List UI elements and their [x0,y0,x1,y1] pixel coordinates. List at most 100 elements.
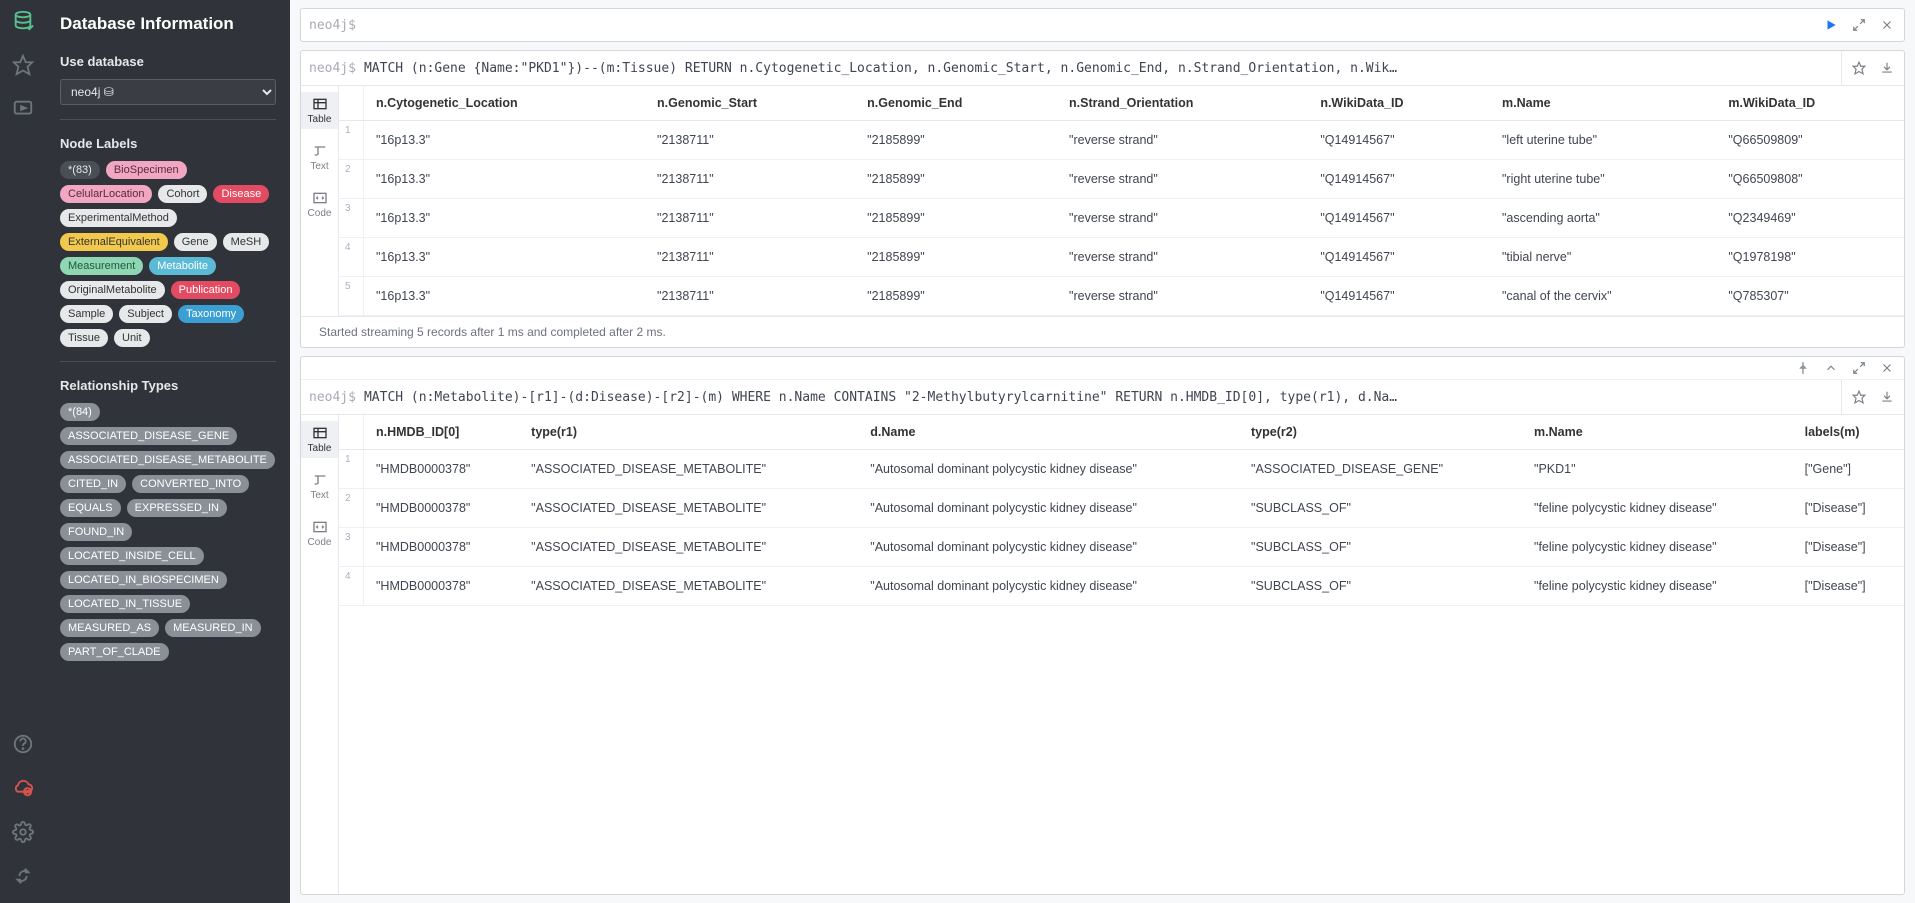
expand-icon[interactable] [1852,18,1866,32]
node-label-chip[interactable]: Unit [114,329,150,347]
sidebar-title: Database Information [60,14,276,34]
table-row[interactable]: 5"16p13.3""2138711""2185899""reverse str… [339,277,1904,316]
result-table-2: n.HMDB_ID[0]type(r1)d.Nametype(r2)m.Name… [339,415,1904,606]
close-icon[interactable] [1880,18,1894,32]
column-header: n.HMDB_ID[0] [364,415,520,450]
pin-icon[interactable] [1796,361,1810,375]
rel-type-chip[interactable]: ASSOCIATED_DISEASE_METABOLITE [60,451,275,469]
column-header: type(r1) [519,415,858,450]
cloud-offline-icon[interactable] [12,777,34,799]
collapse-up-icon[interactable] [1824,361,1838,375]
table-row[interactable]: 1"HMDB0000378""ASSOCIATED_DISEASE_METABO… [339,450,1904,489]
rel-type-chip[interactable]: PART_OF_CLADE [60,643,169,661]
database-icon[interactable] [12,10,34,32]
monitor-play-icon[interactable] [12,98,34,120]
column-header: n.Cytogenetic_Location [364,86,646,121]
left-rail [0,0,46,903]
play-icon[interactable] [1824,18,1838,32]
rel-type-chip[interactable]: ASSOCIATED_DISEASE_GENE [60,427,237,445]
expand-icon[interactable] [1852,361,1866,375]
download-icon[interactable] [1880,390,1894,404]
gear-icon[interactable] [12,821,34,843]
rerun-icon[interactable] [1821,390,1841,404]
rel-type-chip[interactable]: LOCATED_IN_TISSUE [60,595,190,613]
node-label-chip[interactable]: Taxonomy [178,305,244,323]
node-label-chip[interactable]: Metabolite [149,257,216,275]
star-icon[interactable] [12,54,34,76]
star-outline-icon[interactable] [1852,61,1866,75]
table-row[interactable]: 3"16p13.3""2138711""2185899""reverse str… [339,199,1904,238]
use-db-heading: Use database [60,54,276,69]
view-text-button[interactable]: Text [301,139,338,176]
node-label-chip[interactable]: Gene [174,233,217,251]
view-table-button[interactable]: Table [301,421,338,458]
node-label-chip[interactable]: MeSH [223,233,270,251]
sidebar: Database Information Use database neo4j … [46,0,290,903]
node-label-chip[interactable]: OriginalMetabolite [60,281,165,299]
rel-type-chip[interactable]: EQUALS [60,499,121,517]
download-icon[interactable] [1880,61,1894,75]
column-header: m.Name [1490,86,1716,121]
rel-type-chip[interactable]: EXPRESSED_IN [127,499,227,517]
rel-type-chip[interactable]: CONVERTED_INTO [132,475,249,493]
view-rail: Table Text Code [301,86,339,316]
table-row[interactable]: 1"16p13.3""2138711""2185899""reverse str… [339,121,1904,160]
rel-type-chip[interactable]: CITED_IN [60,475,126,493]
table-row[interactable]: 4"16p13.3""2138711""2185899""reverse str… [339,238,1904,277]
column-header: m.WikiData_ID [1716,86,1904,121]
node-label-chip[interactable]: Measurement [60,257,143,275]
view-code-button[interactable]: Code [301,515,338,552]
view-text-button[interactable]: Text [301,468,338,505]
node-label-chip[interactable]: Tissue [60,329,108,347]
node-label-chip[interactable]: ExternalEquivalent [60,233,168,251]
column-header: n.Genomic_Start [645,86,855,121]
node-label-chip[interactable]: *(83) [60,161,100,179]
frame-query: MATCH (n:Gene {Name:"PKD1"})--(m:Tissue)… [364,53,1821,84]
column-header: labels(m) [1793,415,1904,450]
column-header: d.Name [858,415,1239,450]
column-header: type(r2) [1239,415,1522,450]
star-outline-icon[interactable] [1852,390,1866,404]
frame-footer: Started streaming 5 records after 1 ms a… [301,316,1904,347]
rerun-icon[interactable] [1821,61,1841,75]
node-label-chip[interactable]: BioSpecimen [106,161,187,179]
node-label-chip[interactable]: Sample [60,305,113,323]
db-select[interactable]: neo4j ⛁ [60,79,276,105]
frame-prompt: neo4j$ [301,61,364,76]
rel-type-chip[interactable]: FOUND_IN [60,523,132,541]
table-row[interactable]: 4"HMDB0000378""ASSOCIATED_DISEASE_METABO… [339,567,1904,606]
frame-prompt: neo4j$ [301,390,364,405]
node-labels-heading: Node Labels [60,136,276,151]
node-label-chip[interactable]: Disease [213,185,269,203]
table-row[interactable]: 2"HMDB0000378""ASSOCIATED_DISEASE_METABO… [339,489,1904,528]
view-code-button[interactable]: Code [301,186,338,223]
node-label-chip[interactable]: Publication [171,281,241,299]
rel-types-heading: Relationship Types [60,378,276,393]
rel-type-chip[interactable]: LOCATED_IN_BIOSPECIMEN [60,571,227,589]
rel-type-chip[interactable]: MEASURED_IN [165,619,260,637]
node-label-chip[interactable]: Cohort [158,185,207,203]
cypher-input[interactable] [364,18,1814,33]
column-header: n.Strand_Orientation [1057,86,1308,121]
main-area: neo4j$ neo4j$ MATCH (n:Gene {Name:"PKD1"… [290,0,1915,903]
node-label-chip[interactable]: CelularLocation [60,185,152,203]
node-label-chips: *(83) BioSpecimen CelularLocation Cohort Dis… [60,161,276,347]
column-header: n.WikiData_ID [1308,86,1490,121]
frame-query: MATCH (n:Metabolite)-[r1]-(d:Disease)-[r… [364,382,1821,413]
rel-type-chip[interactable]: MEASURED_AS [60,619,159,637]
result-table-1: n.Cytogenetic_Locationn.Genomic_Startn.G… [339,86,1904,316]
reconnect-icon[interactable] [12,865,34,887]
editor-prompt: neo4j$ [301,18,364,33]
rel-type-chip[interactable]: *(84) [60,403,100,421]
rel-type-chip[interactable]: LOCATED_INSIDE_CELL [60,547,204,565]
view-table-button[interactable]: Table [301,92,338,129]
column-header: n.Genomic_End [855,86,1057,121]
help-icon[interactable] [12,733,34,755]
node-label-chip[interactable]: Subject [119,305,172,323]
result-frame-1: neo4j$ MATCH (n:Gene {Name:"PKD1"})--(m:… [300,50,1905,348]
table-row[interactable]: 3"HMDB0000378""ASSOCIATED_DISEASE_METABO… [339,528,1904,567]
node-label-chip[interactable]: ExperimentalMethod [60,209,177,227]
close-icon[interactable] [1880,361,1894,375]
column-header: m.Name [1522,415,1793,450]
table-row[interactable]: 2"16p13.3""2138711""2185899""reverse str… [339,160,1904,199]
